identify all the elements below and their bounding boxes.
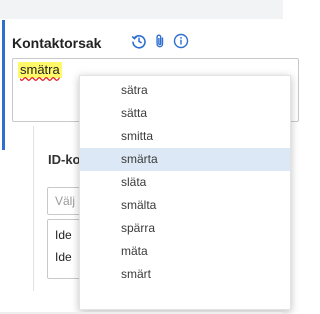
info-icon[interactable] [173, 33, 189, 49]
top-strip [0, 0, 283, 19]
suggestion-item[interactable]: smälta [80, 194, 290, 217]
id-select-placeholder: Välj [55, 194, 76, 208]
attachment-icon[interactable] [152, 33, 168, 49]
suggestion-item[interactable]: mäta [80, 240, 290, 263]
field-title: Kontaktorsak [12, 35, 102, 51]
list-item[interactable]: Ide [55, 228, 72, 242]
suggestion-item[interactable]: smitta [80, 125, 290, 148]
suggestion-item[interactable]: smärt [80, 263, 290, 286]
field-title-icons [131, 33, 189, 49]
section-title: ID-ko [48, 152, 81, 167]
suggestion-item[interactable]: sätra [80, 79, 290, 102]
textarea-value[interactable]: smätra [18, 62, 62, 78]
history-icon[interactable] [131, 33, 147, 49]
list-item[interactable]: Ide [55, 250, 72, 264]
suggestion-item[interactable]: spärra [80, 217, 290, 240]
suggestion-item-selected[interactable]: smärta [80, 148, 290, 171]
section-divider [33, 126, 34, 291]
field-accent-bar [2, 20, 5, 150]
suggestion-item[interactable]: släta [80, 171, 290, 194]
spellcheck-suggestions-menu: sätra sätta smitta smärta släta smälta s… [79, 75, 291, 310]
suggestion-item[interactable]: sätta [80, 102, 290, 125]
